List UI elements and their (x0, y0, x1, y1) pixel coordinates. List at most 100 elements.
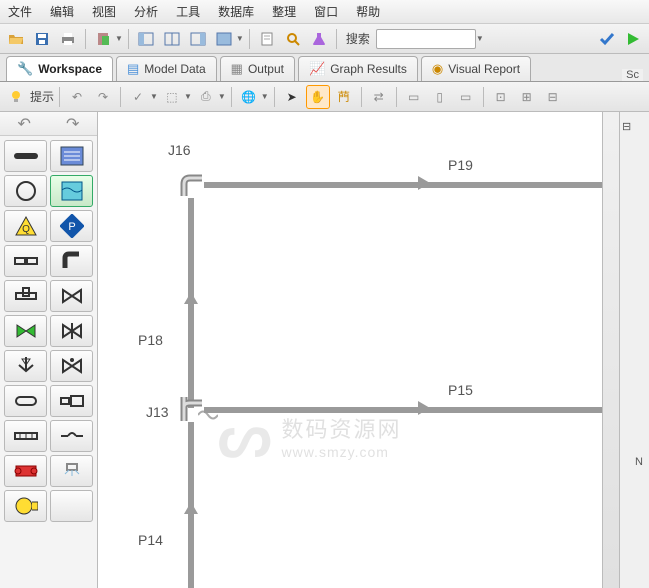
junction-j16[interactable] (178, 172, 204, 198)
dropdown-icon[interactable]: ▼ (476, 34, 484, 43)
layout3-button[interactable] (186, 27, 210, 51)
component-valve2[interactable] (50, 350, 93, 382)
tab-visual-report[interactable]: ◉ Visual Report (421, 56, 531, 81)
tab-strip: 🔧 Workspace ▤ Model Data ▦ Output 📈 Grap… (0, 54, 649, 82)
dropdown-icon[interactable]: ▼ (218, 92, 226, 101)
right-panel-tab[interactable]: Sc (622, 69, 643, 81)
menu-analysis[interactable]: 分析 (134, 3, 158, 20)
arrow-icon (184, 292, 198, 304)
pointer-button[interactable]: ➤ (280, 85, 304, 109)
component-cap[interactable] (4, 385, 47, 417)
open-button[interactable] (4, 27, 28, 51)
find-button[interactable]: 菛 (332, 85, 356, 109)
tab-output[interactable]: ▦ Output (220, 56, 295, 81)
dropdown-icon[interactable]: ▼ (261, 92, 269, 101)
component-expansion[interactable] (50, 385, 93, 417)
save-button[interactable] (30, 27, 54, 51)
globe-button[interactable]: 🌐 (237, 85, 261, 109)
search-button[interactable] (281, 27, 305, 51)
vertical-scrollbar[interactable] (605, 118, 617, 158)
skip-icon (59, 428, 85, 444)
component-regulator[interactable] (4, 350, 47, 382)
arrow-icon (418, 401, 430, 415)
menu-database[interactable]: 数据库 (218, 3, 254, 20)
layout4-button[interactable] (212, 27, 236, 51)
watermark-line2: www.smzy.com (282, 444, 402, 460)
menu-help[interactable]: 帮助 (356, 3, 380, 20)
align3-button[interactable]: ▭ (454, 85, 478, 109)
component-compressor[interactable] (4, 490, 47, 522)
component-reservoir[interactable] (50, 175, 93, 207)
check-small-button[interactable]: ✓ (126, 85, 150, 109)
tab-model-data[interactable]: ▤ Model Data (116, 56, 217, 81)
undo-small-button[interactable]: ↶ (65, 85, 89, 109)
component-pump-q[interactable]: Q (4, 210, 47, 242)
align1-button[interactable]: ▭ (402, 85, 426, 109)
region-button[interactable]: ⬚ (160, 85, 184, 109)
layout1-button[interactable] (134, 27, 158, 51)
component-pipe[interactable] (4, 140, 47, 172)
print-icon: ⎙ (201, 89, 211, 104)
component-valve[interactable] (50, 280, 93, 312)
zoom3-button[interactable]: ⊟ (541, 85, 565, 109)
component-spray[interactable] (50, 455, 93, 487)
toolbar-separator (249, 29, 250, 49)
reservoir-icon (60, 180, 84, 202)
tab-graph-results[interactable]: 📈 Graph Results (298, 56, 418, 81)
toolbar-separator (85, 29, 86, 49)
menu-edit[interactable]: 编辑 (50, 3, 74, 20)
menu-view[interactable]: 视图 (92, 3, 116, 20)
layout2-button[interactable] (160, 27, 184, 51)
component-check-r[interactable] (50, 315, 93, 347)
menu-arrange[interactable]: 整理 (272, 3, 296, 20)
component-manifold[interactable] (4, 420, 47, 452)
menu-tools[interactable]: 工具 (176, 3, 200, 20)
redo-icon[interactable]: ↷ (66, 114, 79, 134)
component-pump-p[interactable]: P (50, 210, 93, 242)
flask-button[interactable] (307, 27, 331, 51)
paste-button[interactable] (91, 27, 115, 51)
arrow-icon (418, 176, 430, 190)
dropdown-icon[interactable]: ▼ (184, 92, 192, 101)
component-notes[interactable] (50, 140, 93, 172)
component-joint-l[interactable] (4, 245, 47, 277)
align2-button[interactable]: ▯ (428, 85, 452, 109)
component-tee[interactable] (4, 280, 47, 312)
printer-small-button[interactable]: ⎙ (194, 85, 218, 109)
tab-label: Workspace (38, 62, 102, 76)
align-icon: ▭ (460, 90, 471, 104)
component-skip[interactable] (50, 420, 93, 452)
dropdown-icon[interactable]: ▼ (236, 34, 244, 43)
run-button[interactable] (621, 27, 645, 51)
search-input[interactable] (376, 29, 476, 49)
swap-button[interactable]: ⇄ (367, 85, 391, 109)
component-circle[interactable] (4, 175, 47, 207)
tab-workspace[interactable]: 🔧 Workspace (6, 56, 113, 81)
component-blank[interactable] (50, 490, 93, 522)
pan-button[interactable]: ✋ (306, 85, 330, 109)
component-elbow[interactable] (50, 245, 93, 277)
print-button[interactable] (56, 27, 80, 51)
chart-icon: 📈 (309, 61, 325, 77)
dropdown-icon[interactable]: ▼ (150, 92, 158, 101)
component-check-l[interactable] (4, 315, 47, 347)
tree-collapse-icon[interactable]: ⊟ (622, 120, 647, 133)
redo-icon: ↷ (98, 90, 108, 104)
notes-button[interactable] (255, 27, 279, 51)
pipe-p15[interactable] (204, 407, 604, 413)
component-heater[interactable] (4, 455, 47, 487)
pane-full-icon (216, 31, 232, 47)
workspace-area: ↶ ↷ Q P (0, 112, 649, 588)
menu-window[interactable]: 窗口 (314, 3, 338, 20)
pipe-p19[interactable] (204, 182, 604, 188)
toolbar-separator (396, 87, 397, 107)
hint-button[interactable] (4, 85, 28, 109)
diagram-canvas[interactable]: J16 P19 P18 J13 P15 P14 ᔕ (98, 112, 619, 588)
menu-file[interactable]: 文件 (8, 3, 32, 20)
zoom2-button[interactable]: ⊞ (515, 85, 539, 109)
undo-icon[interactable]: ↶ (18, 114, 31, 134)
check-button[interactable] (595, 27, 619, 51)
dropdown-icon[interactable]: ▼ (115, 34, 123, 43)
redo-small-button[interactable]: ↷ (91, 85, 115, 109)
zoom1-button[interactable]: ⊡ (489, 85, 513, 109)
